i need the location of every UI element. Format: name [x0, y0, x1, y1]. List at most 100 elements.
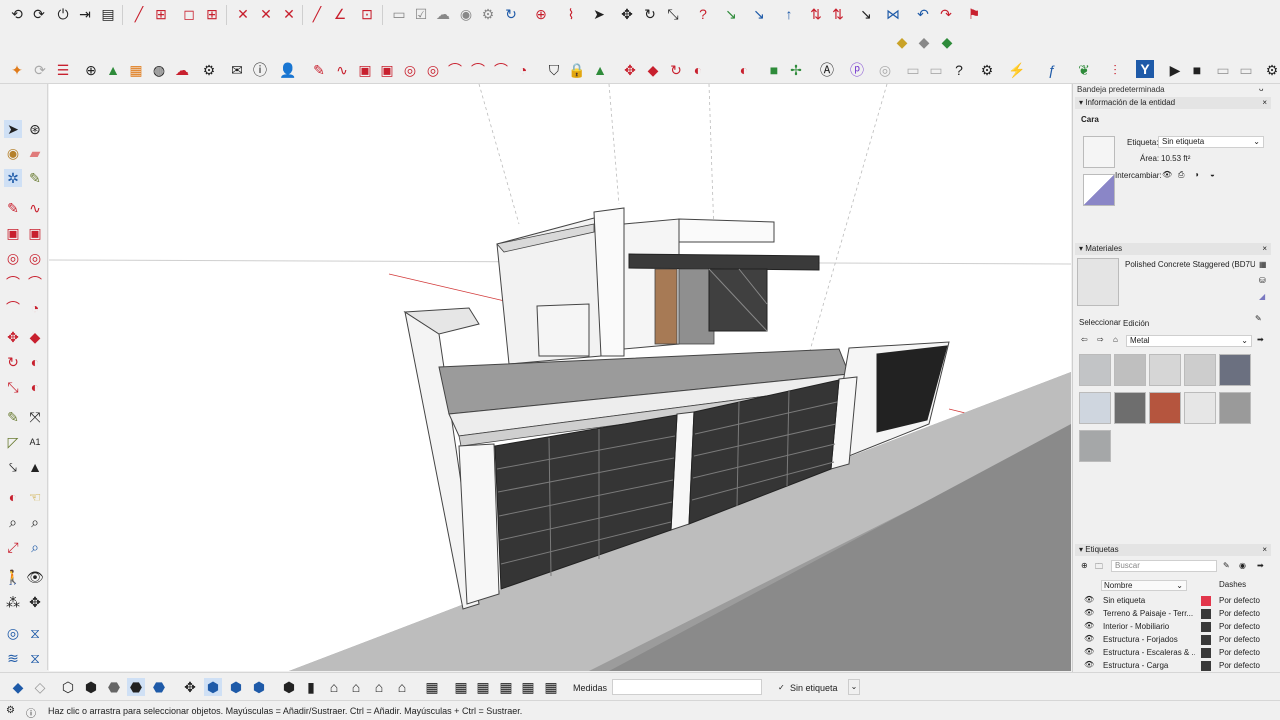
- modeling-viewport[interactable]: [49, 84, 1071, 671]
- zoom-icon[interactable]: ⌕: [4, 513, 22, 531]
- grid-icon[interactable]: ⊞: [152, 5, 170, 23]
- back-icon[interactable]: ⇦: [1081, 335, 1088, 344]
- hidden-line-icon[interactable]: ⬢: [82, 678, 100, 696]
- arc-icon[interactable]: ⌒: [4, 299, 22, 317]
- shadow-cast-icon[interactable]: ◑: [1194, 170, 1199, 179]
- tag-row[interactable]: 👁 Interior - Mobiliario Por defecto: [1081, 621, 1269, 634]
- angle-icon[interactable]: ∠: [331, 5, 349, 23]
- tag-dashes[interactable]: Por defecto: [1219, 596, 1260, 605]
- pencil-icon[interactable]: ✎: [4, 199, 22, 217]
- chevron-down-icon[interactable]: ⌄: [848, 679, 860, 695]
- rectangle-icon[interactable]: ▣: [4, 224, 22, 242]
- bucket-icon[interactable]: ⛁: [1259, 276, 1266, 285]
- axis-icon[interactable]: ⇅: [829, 5, 847, 23]
- rectangle-icon[interactable]: ▣: [26, 224, 44, 242]
- section-plane-icon[interactable]: ◐: [4, 488, 22, 506]
- tag-row[interactable]: 👁 Estructura - Forjados Por defecto: [1081, 634, 1269, 647]
- paint-bucket-icon[interactable]: ◉: [4, 144, 22, 162]
- dropper-icon[interactable]: ✎: [26, 169, 44, 187]
- home-icon[interactable]: ⌂: [325, 678, 343, 696]
- terrain-icon[interactable]: ≋: [4, 649, 22, 667]
- footprints-icon[interactable]: ⁂: [4, 593, 22, 611]
- info-icon[interactable]: ⓘ: [26, 705, 36, 720]
- visibility-icon[interactable]: 👁: [1084, 660, 1094, 669]
- xray-icon[interactable]: ◆: [9, 678, 27, 696]
- tag-dashes[interactable]: Por defecto: [1219, 622, 1260, 631]
- zoom-extents-icon[interactable]: ⤢: [4, 538, 22, 556]
- rotate-tool-icon[interactable]: ↻: [641, 5, 659, 23]
- tab-edit[interactable]: Edición: [1123, 319, 1149, 328]
- rectangle-icon[interactable]: ▣: [356, 61, 374, 79]
- select-arrow-icon[interactable]: ➤: [590, 5, 608, 23]
- zoom-previous-icon[interactable]: ⌕: [26, 538, 44, 556]
- arc-icon[interactable]: ⌒: [492, 61, 510, 79]
- tab-select[interactable]: Seleccionar: [1079, 318, 1121, 327]
- material-swatch[interactable]: [1184, 392, 1216, 424]
- library-select[interactable]: Metal ⌄: [1126, 335, 1252, 347]
- camera-icon[interactable]: ▭: [927, 61, 945, 79]
- active-tag[interactable]: Sin etiqueta: [790, 683, 838, 693]
- zoom-window-icon[interactable]: ⌕: [26, 513, 44, 531]
- tag-color-swatch[interactable]: [1201, 661, 1211, 671]
- arc-icon[interactable]: ⌒: [26, 274, 44, 292]
- arc-icon[interactable]: ⌒: [469, 61, 487, 79]
- settings-icon[interactable]: ⚙: [978, 61, 996, 79]
- axis-icon[interactable]: ⇅: [807, 5, 825, 23]
- tags-header[interactable]: ▾ Etiquetas ×: [1075, 544, 1271, 556]
- sandbox-icon[interactable]: ⧖: [26, 624, 44, 642]
- lock-icon[interactable]: ⎙: [1178, 170, 1184, 180]
- follow-me-icon[interactable]: ◐: [689, 61, 707, 79]
- tape-measure-icon[interactable]: ✎: [4, 408, 22, 426]
- dash-icon[interactable]: ◉: [1239, 561, 1246, 570]
- layer-icon[interactable]: ▦: [452, 678, 470, 696]
- reload-icon[interactable]: ⟳: [31, 61, 49, 79]
- tag-color-swatch[interactable]: [1201, 648, 1211, 658]
- monochrome-icon[interactable]: ⬣: [150, 678, 168, 696]
- circle-icon[interactable]: ◎: [401, 61, 419, 79]
- tag-color-swatch[interactable]: [1201, 635, 1211, 645]
- record-icon[interactable]: ◎: [876, 61, 894, 79]
- rotate-tool-icon[interactable]: ↻: [4, 353, 22, 371]
- two-point-icon[interactable]: ⬢: [250, 678, 268, 696]
- line-icon[interactable]: ╱: [308, 5, 326, 23]
- material-swatch[interactable]: [1184, 354, 1216, 386]
- mail-icon[interactable]: ✉: [228, 61, 246, 79]
- move-icon[interactable]: ✥: [4, 328, 22, 346]
- house-icon[interactable]: ⌂: [393, 678, 411, 696]
- cube-icon[interactable]: ◆: [893, 33, 911, 51]
- settings-icon[interactable]: ⚙: [200, 61, 218, 79]
- follow-me-icon[interactable]: ◐: [26, 353, 44, 371]
- default-material-icon[interactable]: ◢: [1259, 292, 1265, 301]
- forward-icon[interactable]: ⇨: [1097, 335, 1104, 344]
- material-swatch[interactable]: [1219, 354, 1251, 386]
- window-icon[interactable]: ▭: [390, 5, 408, 23]
- tag-row[interactable]: 👁 Estructura - Carga Por defecto: [1081, 660, 1269, 672]
- frame-icon[interactable]: ▭: [1214, 61, 1232, 79]
- entity-info-header[interactable]: ▾ Información de la entidad ×: [1075, 97, 1271, 109]
- pin-icon[interactable]: ᴗ: [1259, 84, 1263, 93]
- material-swatch[interactable]: [1079, 392, 1111, 424]
- tag-color-swatch[interactable]: [1201, 596, 1211, 606]
- swatch-grid-icon[interactable]: ▦: [1259, 260, 1267, 269]
- top-view-icon[interactable]: ⬢: [280, 678, 298, 696]
- line-icon[interactable]: ╱: [130, 5, 148, 23]
- help-icon[interactable]: ?: [950, 61, 968, 79]
- refresh-icon[interactable]: ⟳: [30, 5, 48, 23]
- home-icon[interactable]: ⌂: [1113, 335, 1118, 344]
- front-view-icon[interactable]: ▮: [302, 678, 320, 696]
- path-icon[interactable]: ⌇: [562, 5, 580, 23]
- sync-icon[interactable]: ↻: [502, 5, 520, 23]
- close-icon[interactable]: ×: [1262, 243, 1267, 255]
- cross-icon[interactable]: ✕: [257, 5, 275, 23]
- freehand-icon[interactable]: ∿: [26, 199, 44, 217]
- material-swatch[interactable]: [1149, 392, 1181, 424]
- back-material-swatch[interactable]: [1083, 174, 1115, 206]
- leaf-icon[interactable]: ❦: [1075, 61, 1093, 79]
- play-icon[interactable]: ▶: [1166, 61, 1184, 79]
- document-icon[interactable]: ▤: [99, 5, 117, 23]
- add-tag-icon[interactable]: ⊕: [1081, 561, 1088, 570]
- component-icon[interactable]: ✢: [787, 61, 805, 79]
- cube-icon[interactable]: ◆: [938, 33, 956, 51]
- material-swatch[interactable]: [1114, 392, 1146, 424]
- tag-dashes[interactable]: Por defecto: [1219, 648, 1260, 657]
